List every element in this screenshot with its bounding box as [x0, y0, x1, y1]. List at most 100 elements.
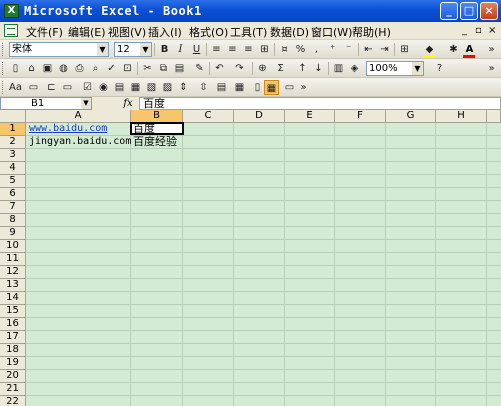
autosum-button[interactable]: Σ	[273, 61, 288, 76]
column-header-e[interactable]: E	[285, 110, 335, 123]
print-icon[interactable]: ⎙	[72, 61, 87, 76]
increase-indent-icon[interactable]: ⇥	[377, 42, 392, 57]
menu-tools[interactable]: 工具(T)	[230, 24, 267, 40]
control-properties-icon[interactable]: ▤	[214, 80, 229, 95]
close-button[interactable]: ×	[480, 2, 498, 20]
row-header-16[interactable]: 16	[0, 318, 26, 331]
option-button-icon[interactable]: ◉	[96, 80, 111, 95]
align-center-icon[interactable]: ≡	[225, 42, 240, 57]
row-header-18[interactable]: 18	[0, 344, 26, 357]
row-header-20[interactable]: 20	[0, 370, 26, 383]
column-header-i[interactable]	[487, 110, 501, 123]
menu-view[interactable]: 视图(V)	[108, 24, 146, 40]
borders-icon[interactable]: ⊞	[397, 42, 412, 57]
font-name-dropdown[interactable]: 宋体 ▼	[9, 42, 109, 57]
worksheet-grid[interactable]: A B C D E F G H 1 2 3 4 5 6 7 8 9 10 11 …	[0, 110, 501, 406]
minimize-button[interactable]: _	[440, 2, 458, 20]
drawing-icon[interactable]: ◈	[347, 61, 362, 76]
cell-a1[interactable]: www.baidu.com	[27, 122, 130, 135]
edit-box-icon[interactable]: ▭	[26, 80, 41, 95]
select-all-corner[interactable]	[0, 110, 26, 123]
chart-wizard-icon[interactable]: ▥	[331, 61, 346, 76]
column-header-f[interactable]: F	[335, 110, 386, 123]
doc-close-button[interactable]: ×	[488, 25, 496, 36]
combo-list-edit-icon[interactable]: ▧	[144, 80, 159, 95]
cell-a2[interactable]: jingyan.baidu.com	[27, 135, 131, 148]
open-icon[interactable]: ⌂	[24, 61, 39, 76]
menu-window[interactable]: 窗口(W)	[311, 24, 352, 40]
row-header-14[interactable]: 14	[0, 292, 26, 305]
row-header-1[interactable]: 1	[0, 123, 26, 136]
sort-ascending-icon[interactable]: ↑	[295, 61, 310, 76]
merge-center-icon[interactable]: ⊞	[257, 42, 272, 57]
toolbar-grip[interactable]	[2, 62, 5, 75]
column-header-h[interactable]: H	[436, 110, 487, 123]
italic-button[interactable]: I	[173, 42, 188, 57]
name-box[interactable]: B1 ▼	[0, 97, 92, 110]
cut-icon[interactable]: ✂	[140, 61, 155, 76]
zoom-dropdown[interactable]: 100% ▼	[366, 61, 424, 76]
align-left-icon[interactable]: ≡	[209, 42, 224, 57]
edit-code-icon[interactable]: ▦	[232, 80, 247, 95]
row-header-10[interactable]: 10	[0, 240, 26, 253]
menu-insert[interactable]: 插入(I)	[148, 24, 182, 40]
grid-toggle-icon[interactable]: ▦	[264, 80, 279, 95]
toggle-grid-icon[interactable]: ▯	[250, 80, 265, 95]
help-icon[interactable]: ?	[432, 61, 447, 76]
comma-style-button[interactable]: ,	[309, 42, 324, 57]
currency-icon[interactable]: ¤	[277, 42, 292, 57]
row-header-13[interactable]: 13	[0, 279, 26, 292]
toolbar-options-icon[interactable]: »	[484, 42, 499, 57]
row-header-11[interactable]: 11	[0, 253, 26, 266]
group-box-icon[interactable]: ⊏	[44, 80, 59, 95]
row-header-15[interactable]: 15	[0, 305, 26, 318]
increase-decimal-icon[interactable]: ⁺	[325, 42, 340, 57]
formula-input[interactable]: 百度	[139, 97, 501, 110]
row-header-9[interactable]: 9	[0, 227, 26, 240]
font-color-button[interactable]: A	[462, 42, 477, 58]
permission-icon[interactable]: ◍	[56, 61, 71, 76]
row-header-19[interactable]: 19	[0, 357, 26, 370]
row-header-21[interactable]: 21	[0, 383, 26, 396]
align-right-icon[interactable]: ≡	[241, 42, 256, 57]
doc-restore-button[interactable]: ▫	[475, 25, 482, 36]
print-preview-icon[interactable]: ⌕	[88, 61, 103, 76]
cell-b2[interactable]: 百度经验	[131, 135, 191, 148]
format-painter-icon[interactable]: ✎	[192, 61, 207, 76]
font-size-dropdown[interactable]: 12 ▼	[114, 42, 152, 57]
row-header-2[interactable]: 2	[0, 136, 26, 149]
copy-icon[interactable]: ⧉	[156, 61, 171, 76]
undo-icon[interactable]: ↶	[212, 61, 227, 76]
maximize-button[interactable]: □	[460, 2, 478, 20]
row-header-4[interactable]: 4	[0, 162, 26, 175]
spinner-icon[interactable]: ⇳	[196, 80, 211, 95]
redo-icon[interactable]: ↷	[232, 61, 247, 76]
combo-dropdown-edit-icon[interactable]: ▨	[160, 80, 175, 95]
spelling-icon[interactable]: ✓	[104, 61, 119, 76]
underline-button[interactable]: U	[189, 42, 204, 57]
list-box-icon[interactable]: ▤	[112, 80, 127, 95]
row-header-8[interactable]: 8	[0, 214, 26, 227]
scroll-bar-icon[interactable]: ⇕	[176, 80, 191, 95]
run-dialog-icon[interactable]: ▭	[282, 80, 297, 95]
percent-button[interactable]: %	[293, 42, 308, 57]
fill-color-icon[interactable]: ◆	[422, 42, 437, 58]
column-header-c[interactable]: C	[183, 110, 234, 123]
insert-function-button[interactable]: fx	[121, 97, 135, 110]
new-icon[interactable]: ▯	[8, 61, 23, 76]
hyperlink-icon[interactable]: ⊕	[255, 61, 270, 76]
sort-descending-icon[interactable]: ↓	[311, 61, 326, 76]
row-header-12[interactable]: 12	[0, 266, 26, 279]
menu-format[interactable]: 格式(O)	[189, 24, 228, 40]
save-icon[interactable]: ▣	[40, 61, 55, 76]
menu-file[interactable]: 文件(F)	[26, 24, 63, 40]
row-header-22[interactable]: 22	[0, 396, 26, 406]
highlight-icon[interactable]: ✱	[446, 42, 461, 57]
row-header-5[interactable]: 5	[0, 175, 26, 188]
toolbar-grip[interactable]	[2, 81, 5, 94]
combo-box-icon[interactable]: ▦	[128, 80, 143, 95]
row-header-6[interactable]: 6	[0, 188, 26, 201]
decrease-indent-icon[interactable]: ⇤	[361, 42, 376, 57]
label-control-icon[interactable]: Aa	[8, 80, 23, 95]
row-header-17[interactable]: 17	[0, 331, 26, 344]
